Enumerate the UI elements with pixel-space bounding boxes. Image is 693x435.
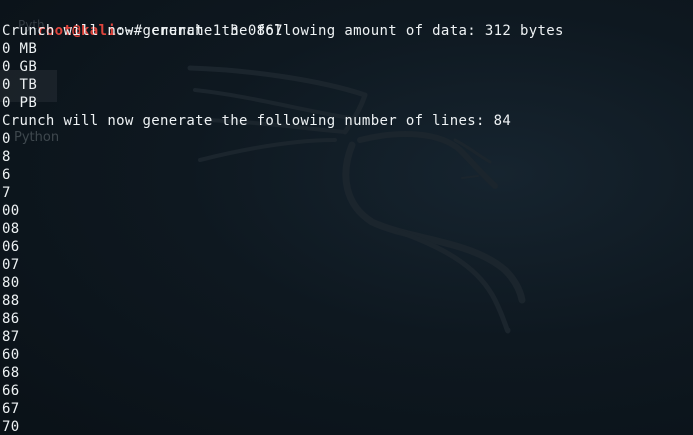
terminal-output: Crunch will now generate the following a… — [2, 22, 693, 435]
output-line: 66 — [2, 383, 20, 399]
output-line: 0 PB — [2, 95, 38, 111]
output-line: 88 — [2, 293, 20, 309]
output-line: 70 — [2, 419, 20, 435]
output-line: 60 — [2, 347, 20, 363]
output-line: Crunch will now generate the following n… — [2, 113, 512, 129]
output-line: 86 — [2, 311, 20, 327]
output-line: 7 — [2, 185, 11, 201]
output-line: 06 — [2, 239, 20, 255]
output-line: 87 — [2, 329, 20, 345]
output-line: 67 — [2, 401, 20, 417]
output-line: 00 — [2, 203, 20, 219]
output-line: 0 — [2, 131, 11, 147]
output-line: 08 — [2, 221, 20, 237]
output-line: Crunch will now generate the following a… — [2, 23, 564, 39]
output-line: 8 — [2, 149, 11, 165]
output-line: 0 MB — [2, 41, 38, 57]
output-line: 0 TB — [2, 77, 38, 93]
output-line: 80 — [2, 275, 20, 291]
output-line: 0 GB — [2, 59, 38, 75]
output-line: 68 — [2, 365, 20, 381]
output-line: 6 — [2, 167, 11, 183]
output-line: 07 — [2, 257, 20, 273]
prompt-line: root@kali:~# crunch 1 3 0867 — [2, 4, 693, 39]
terminal-window[interactable]: root@kali:~# crunch 1 3 0867 Crunch will… — [2, 4, 693, 435]
